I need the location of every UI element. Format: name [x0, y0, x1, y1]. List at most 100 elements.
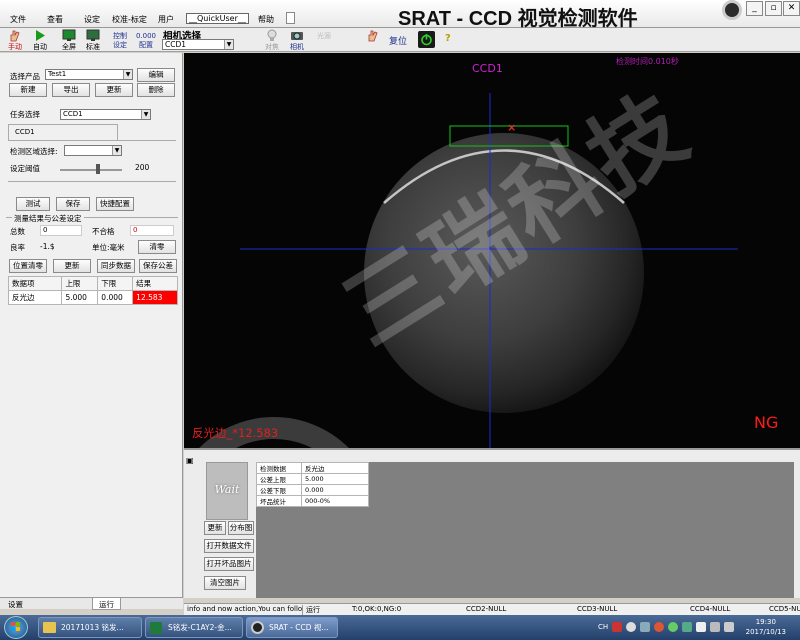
left-panel: 选择产品 Test1 ▼ 编辑 新建 导出 更新 删除 任务选择 CCD1 ▼ …: [0, 53, 183, 610]
ng-label: 不合格: [92, 227, 115, 236]
table-cell: 反光边: [301, 462, 369, 474]
taskbar-item-label: S铭发-C1AY2-金...: [168, 623, 232, 632]
chevron-down-icon: ▼: [141, 110, 150, 119]
menu-help[interactable]: 帮助: [258, 14, 274, 25]
product-select[interactable]: Test1 ▼: [45, 69, 133, 80]
tray-icon[interactable]: [626, 622, 636, 632]
threshold-slider-track[interactable]: [60, 169, 122, 171]
tray-icon[interactable]: [682, 622, 692, 632]
verdict-label: NG: [754, 413, 779, 432]
delete-button[interactable]: 删除: [137, 83, 175, 97]
clear-image-button[interactable]: 清空图片: [204, 576, 246, 590]
status-ccd3: CCD3-NULL: [577, 605, 618, 613]
control-label-line2: 设定: [113, 41, 127, 49]
config-button[interactable]: 0.000 配置: [134, 29, 158, 51]
sync-data-button[interactable]: 同步数据: [97, 259, 135, 273]
menu-file[interactable]: 文件: [10, 14, 26, 25]
inspection-time: 检测时间0.010秒: [616, 57, 679, 66]
update-button[interactable]: 更新: [95, 83, 133, 97]
maximize-button[interactable]: ▫: [765, 1, 782, 16]
save-button[interactable]: 保存: [56, 197, 90, 211]
menu-settings[interactable]: 设定: [84, 14, 100, 25]
taskbar-item-folder[interactable]: 20171013 铭发...: [38, 617, 142, 638]
spreadsheet-icon: [150, 622, 162, 634]
unit-label: 单位:毫米: [92, 243, 125, 252]
refresh-stats-button[interactable]: 更新: [204, 521, 226, 535]
start-button[interactable]: [4, 616, 28, 639]
stats-area: 检测数据 反光边 公差上限 5.000 公差下限 0.000 坏品统计 000-0%: [256, 462, 794, 598]
control-settings-button[interactable]: 控制 设定: [110, 29, 130, 51]
taskbar-clock[interactable]: 19:30 2017/10/13: [746, 617, 786, 637]
auto-button[interactable]: 自动: [30, 29, 50, 51]
tab-ccd1[interactable]: CCD1: [8, 124, 118, 140]
volume-icon[interactable]: [724, 622, 734, 632]
optical-label: 光源: [317, 32, 331, 40]
menu-user[interactable]: 用户: [158, 14, 174, 25]
optical-button[interactable]: 光源: [314, 29, 334, 51]
region-select[interactable]: ▼: [64, 145, 122, 156]
task-select[interactable]: CCD1 ▼: [60, 109, 151, 120]
camera-setup-button[interactable]: 相机: [286, 29, 308, 51]
distribution-button[interactable]: 分布图: [228, 521, 254, 535]
tab-settings[interactable]: 设置: [8, 599, 23, 610]
taskbar-item-label: 20171013 铭发...: [61, 623, 124, 632]
tray-icon[interactable]: [640, 622, 650, 632]
tab-run[interactable]: 运行: [92, 598, 121, 610]
monitor-icon: [86, 29, 100, 41]
minimize-button[interactable]: _: [746, 1, 763, 16]
clear-button[interactable]: 清零: [138, 240, 176, 254]
network-icon[interactable]: [710, 622, 720, 632]
tray-icon[interactable]: [654, 622, 664, 632]
new-button[interactable]: 新建: [9, 83, 47, 97]
menu-quickuser[interactable]: __QuickUser__: [186, 13, 249, 24]
taskbar-item-excel[interactable]: S铭发-C1AY2-金...: [145, 617, 243, 638]
divider: [8, 181, 176, 182]
close-button[interactable]: ✕: [783, 1, 800, 16]
menu-spacer-box: [286, 12, 295, 24]
open-bad-image-button[interactable]: 打开坏品图片: [204, 557, 254, 571]
open-data-file-button[interactable]: 打开数据文件: [204, 539, 254, 553]
menu-view[interactable]: 查看: [47, 14, 63, 25]
export-button[interactable]: 导出: [52, 83, 90, 97]
quick-config-button[interactable]: 快捷配置: [96, 197, 134, 211]
task-label: 任务选择: [10, 110, 40, 119]
input-language[interactable]: CH: [598, 623, 608, 631]
standard-button[interactable]: 标准: [83, 29, 103, 51]
status-ccd5: CCD5-NU: [769, 605, 800, 613]
power-icon: [421, 34, 432, 46]
tray-icon[interactable]: [612, 622, 622, 632]
table-cell: 公差下限: [256, 484, 302, 496]
edit-button[interactable]: 编辑: [137, 68, 175, 82]
manual-button[interactable]: 手动: [4, 29, 26, 51]
camera-small-icon: ▣: [186, 456, 194, 465]
reset-hand-button[interactable]: [362, 29, 384, 51]
tray-icon[interactable]: [696, 622, 706, 632]
focus-button[interactable]: 对焦: [262, 29, 282, 51]
product-select-value: Test1: [48, 70, 67, 78]
reset-label[interactable]: 复位: [389, 34, 407, 47]
table-header-row: 数据项 上限 下限 结果: [7, 276, 178, 291]
table-cell[interactable]: 0.000: [97, 290, 134, 305]
tab-divider: [8, 140, 176, 141]
table-row[interactable]: 反光边 5.000 0.000 12.583: [7, 290, 178, 305]
taskbar-item-srat[interactable]: SRAT - CCD 视...: [246, 617, 338, 638]
toolbar: 手动 自动 全屏 标准 控制 设定 0.000 配置 相机选择 CCD1 ▼ 对…: [0, 28, 800, 52]
refresh-button[interactable]: 更新: [53, 259, 91, 273]
fullscreen-button[interactable]: 全屏: [58, 29, 80, 51]
power-button[interactable]: [418, 31, 435, 48]
table-cell[interactable]: 5.000: [61, 290, 99, 305]
camera-view[interactable]: × 三瑞科技 CCD1 检测时间0.010秒 反光边_*12.583 NG: [184, 53, 800, 448]
menu-calibration[interactable]: 校准-标定: [112, 14, 147, 25]
save-tolerance-button[interactable]: 保存公差: [139, 259, 177, 273]
monitor-icon: [62, 29, 76, 41]
position-clear-button[interactable]: 位置清零: [9, 259, 47, 273]
camera-select[interactable]: CCD1 ▼: [162, 39, 234, 50]
table-cell[interactable]: 反光边: [7, 290, 63, 305]
help-icon[interactable]: ?: [445, 33, 451, 44]
table-cell: 5.000: [301, 473, 369, 485]
clock-time: 19:30: [755, 618, 776, 626]
result-cell[interactable]: 12.583: [132, 290, 178, 305]
test-button[interactable]: 测试: [16, 197, 50, 211]
tray-icon[interactable]: [668, 622, 678, 632]
threshold-slider-thumb[interactable]: [96, 164, 101, 174]
